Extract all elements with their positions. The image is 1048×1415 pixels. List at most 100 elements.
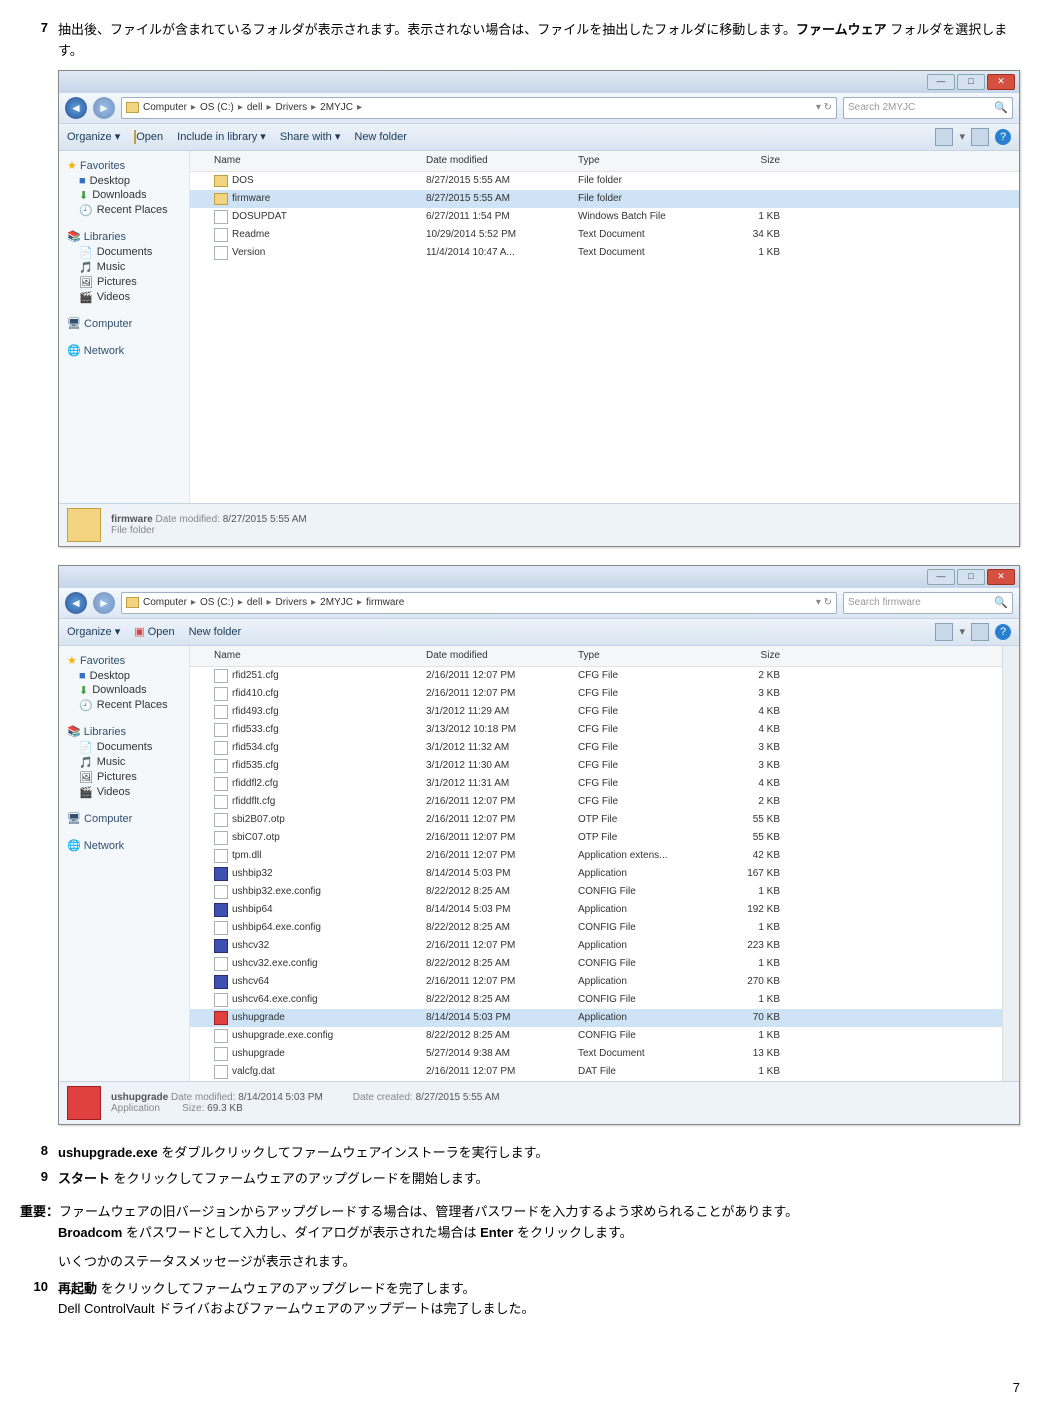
bc-part[interactable]: 2MYJC [320,102,353,113]
file-row[interactable]: rfiddfl2.cfg3/1/2012 11:31 AMCFG File4 K… [190,775,1002,793]
file-row[interactable]: DOSUPDAT6/27/2011 1:54 PMWindows Batch F… [190,208,1019,226]
sidebar-item[interactable]: 🎵Music [59,755,189,770]
breadcrumb[interactable]: Computer▸ OS (C:)▸ dell▸ Drivers▸ 2MYJC▸… [121,97,837,119]
file-row[interactable]: rfid534.cfg3/1/2012 11:32 AMCFG File3 KB [190,739,1002,757]
file-type: File folder [572,175,714,186]
sidebar-item[interactable]: ⬇Downloads [59,188,189,203]
maximize-button[interactable]: □ [957,569,985,585]
file-row[interactable]: ushupgrade8/14/2014 5:03 PMApplication70… [190,1009,1002,1027]
view-icon[interactable] [935,128,953,146]
sidebar-item[interactable]: ⬇Downloads [59,683,189,698]
file-row[interactable]: rfiddflt.cfg2/16/2011 12:07 PMCFG File2 … [190,793,1002,811]
sidebar-favorites[interactable]: ★ Favorites [59,157,189,174]
view-icon[interactable] [935,623,953,641]
sidebar-network[interactable]: 🌐 Network [59,837,189,854]
file-row[interactable]: ushupgrade.exe.config8/22/2012 8:25 AMCO… [190,1027,1002,1045]
back-button[interactable]: ◄ [65,592,87,614]
file-row[interactable]: ushbip64.exe.config8/22/2012 8:25 AMCONF… [190,919,1002,937]
file-type: CFG File [572,778,714,789]
file-row[interactable]: ushcv32.exe.config8/22/2012 8:25 AMCONFI… [190,955,1002,973]
sidebar-item[interactable]: 🕘Recent Places [59,203,189,218]
organize-menu[interactable]: Organize ▾ [67,625,120,638]
file-date: 8/14/2014 5:03 PM [420,1012,572,1023]
sidebar-item[interactable]: 🎬Videos [59,290,189,305]
sidebar-network[interactable]: 🌐 Network [59,342,189,359]
column-header[interactable]: Name Date modified Type Size [190,151,1019,172]
scrollbar[interactable] [1002,646,1019,1081]
sidebar-item[interactable]: 🕘Recent Places [59,698,189,713]
bc-part[interactable]: OS (C:) [200,597,234,608]
sidebar-item[interactable]: 📄Documents [59,245,189,260]
sidebar-libraries[interactable]: 📚 Libraries [59,228,189,245]
bc-part[interactable]: Computer [143,597,187,608]
bc-part[interactable]: OS (C:) [200,102,234,113]
bc-part[interactable]: Drivers [275,597,307,608]
sidebar-computer[interactable]: 🖥 Computer [59,810,189,827]
file-row[interactable]: ushbip328/14/2014 5:03 PMApplication167 … [190,865,1002,883]
minimize-button[interactable]: — [927,569,955,585]
file-name: ushbip32.exe.config [232,886,321,897]
preview-icon[interactable] [971,623,989,641]
file-row[interactable]: ushcv642/16/2011 12:07 PMApplication270 … [190,973,1002,991]
file-row[interactable]: rfid251.cfg2/16/2011 12:07 PMCFG File2 K… [190,667,1002,685]
file-row[interactable]: rfid533.cfg3/13/2012 10:18 PMCFG File4 K… [190,721,1002,739]
file-row[interactable]: sbiC07.otp2/16/2011 12:07 PMOTP File55 K… [190,829,1002,847]
bc-part[interactable]: 2MYJC [320,597,353,608]
sidebar-favorites[interactable]: ★ Favorites [59,652,189,669]
sidebar-computer[interactable]: 🖥 Computer [59,315,189,332]
file-row[interactable]: Version11/4/2014 10:47 A...Text Document… [190,244,1019,262]
maximize-button[interactable]: □ [957,74,985,90]
close-button[interactable]: ✕ [987,74,1015,90]
back-button[interactable]: ◄ [65,97,87,119]
file-icon [214,687,228,701]
step-text: ushupgrade.exe をダブルクリックしてファームウェアインストーラを実… [58,1143,1028,1164]
forward-button[interactable]: ► [93,592,115,614]
share-menu[interactable]: Share with ▾ [280,130,341,143]
open-button[interactable]: ▣ Open [134,625,174,638]
file-row[interactable]: DOS8/27/2015 5:55 AMFile folder [190,172,1019,190]
file-row[interactable]: rfid535.cfg3/1/2012 11:30 AMCFG File3 KB [190,757,1002,775]
close-button[interactable]: ✕ [987,569,1015,585]
breadcrumb[interactable]: Computer▸ OS (C:)▸ dell▸ Drivers▸ 2MYJC▸… [121,592,837,614]
file-row[interactable]: rfid493.cfg3/1/2012 11:29 AMCFG File4 KB [190,703,1002,721]
preview-icon[interactable] [971,128,989,146]
file-row[interactable]: firmware8/27/2015 5:55 AMFile folder [190,190,1019,208]
search-input[interactable]: Search firmware 🔍 [843,592,1013,614]
file-row[interactable]: ushbip32.exe.config8/22/2012 8:25 AMCONF… [190,883,1002,901]
file-row[interactable]: valcfg.dat2/16/2011 12:07 PMDAT File1 KB [190,1063,1002,1081]
sidebar-item[interactable]: ■Desktop [59,669,189,683]
sidebar-item[interactable]: 🖼Pictures [59,275,189,290]
new-folder-button[interactable]: New folder [354,131,407,143]
file-size: 1 KB [714,886,786,897]
file-row[interactable]: ushcv64.exe.config8/22/2012 8:25 AMCONFI… [190,991,1002,1009]
bc-part[interactable]: Drivers [275,102,307,113]
sidebar-item[interactable]: ■Desktop [59,174,189,188]
sidebar-item[interactable]: 🎬Videos [59,785,189,800]
bc-part[interactable]: dell [247,102,263,113]
file-row[interactable]: tpm.dll2/16/2011 12:07 PMApplication ext… [190,847,1002,865]
file-row[interactable]: ushupgrade5/27/2014 9:38 AMText Document… [190,1045,1002,1063]
sidebar-item[interactable]: 🎵Music [59,260,189,275]
sidebar-libraries[interactable]: 📚 Libraries [59,723,189,740]
column-header[interactable]: Name Date modified Type Size [190,646,1002,667]
help-icon[interactable]: ? [995,129,1011,145]
bc-part[interactable]: dell [247,597,263,608]
search-input[interactable]: Search 2MYJC 🔍 [843,97,1013,119]
minimize-button[interactable]: — [927,74,955,90]
file-row[interactable]: ushbip648/14/2014 5:03 PMApplication192 … [190,901,1002,919]
file-row[interactable]: sbi2B07.otp2/16/2011 12:07 PMOTP File55 … [190,811,1002,829]
file-row[interactable]: rfid410.cfg2/16/2011 12:07 PMCFG File3 K… [190,685,1002,703]
sidebar-item[interactable]: 📄Documents [59,740,189,755]
organize-menu[interactable]: Organize ▾ [67,130,120,143]
bc-part[interactable]: Computer [143,102,187,113]
bc-part[interactable]: firmware [366,597,404,608]
file-row[interactable]: Readme10/29/2014 5:52 PMText Document34 … [190,226,1019,244]
forward-button[interactable]: ► [93,97,115,119]
file-row[interactable]: ushcv322/16/2011 12:07 PMApplication223 … [190,937,1002,955]
open-button[interactable]: Open [134,131,163,143]
new-folder-button[interactable]: New folder [189,626,242,638]
sidebar-item[interactable]: 🖼Pictures [59,770,189,785]
include-menu[interactable]: Include in library ▾ [177,130,266,143]
file-type: CFG File [572,796,714,807]
help-icon[interactable]: ? [995,624,1011,640]
